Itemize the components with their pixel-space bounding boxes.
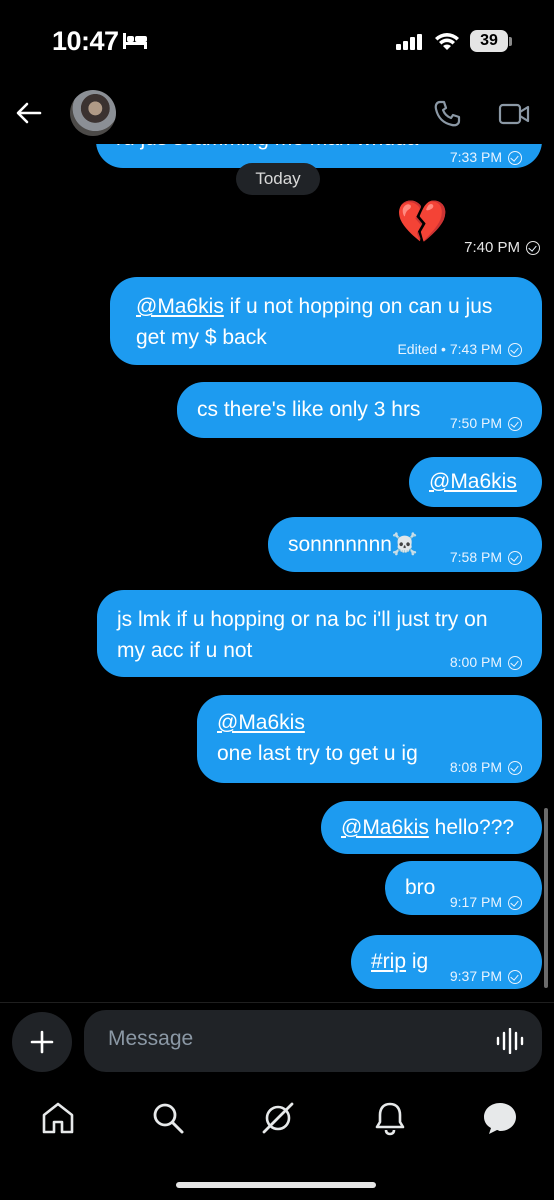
message-time: 8:08 PM: [449, 759, 502, 775]
video-call-icon[interactable]: [498, 102, 530, 126]
grok-icon[interactable]: [258, 1098, 298, 1138]
status-time: 10:47: [52, 26, 119, 56]
message-bubble[interactable]: @Ma6kis: [409, 457, 542, 507]
message-time: 8:00 PM: [449, 654, 502, 670]
message-meta: 8:08 PM: [450, 752, 522, 783]
delivered-check-icon: [508, 970, 522, 984]
voice-message-icon[interactable]: [496, 1028, 524, 1054]
delivered-check-icon: [508, 417, 522, 431]
message-text-line: @Ma6kis: [217, 707, 542, 738]
delivered-check-icon: [508, 151, 522, 165]
message-text: sonnnnnnn☠️: [288, 533, 419, 556]
message-bubble[interactable]: ru jus scamming me man whdda 7:33 PM: [96, 140, 542, 168]
edited-label: Edited: [397, 341, 438, 357]
home-icon[interactable]: [38, 1098, 78, 1138]
message-time: 7:43 PM: [449, 341, 502, 357]
delivered-check-icon: [508, 761, 522, 775]
message-time: 7:58 PM: [449, 549, 502, 565]
message-text-line: @Ma6kis if u not hopping on can u jus: [136, 291, 542, 322]
mention-link[interactable]: @Ma6kis: [429, 470, 517, 493]
battery-indicator: 39: [470, 30, 508, 52]
plus-icon: [30, 1030, 54, 1054]
message-text: hello???: [428, 816, 515, 839]
message-text: if u not hopping on can u jus: [223, 295, 493, 318]
delivered-check-icon: [508, 343, 522, 357]
delivered-check-icon: [508, 656, 522, 670]
search-icon[interactable]: [148, 1098, 188, 1138]
mention-link[interactable]: @Ma6kis: [341, 816, 429, 839]
delivered-check-icon: [508, 896, 522, 910]
status-bar: 10:47 39: [0, 0, 554, 84]
message-text-line: js lmk if u hopping or na bc i'll just t…: [117, 608, 488, 631]
message-input[interactable]: [106, 1026, 490, 1052]
message-time: 7:50 PM: [449, 415, 502, 431]
divider: [0, 1002, 554, 1003]
message-bubble[interactable]: js lmk if u hopping or na bc i'll just t…: [97, 590, 542, 677]
message-text: ig: [406, 950, 429, 973]
scrollbar-thumb[interactable]: [544, 808, 548, 988]
message-bubble[interactable]: @Ma6kis hello???: [321, 801, 542, 854]
message-meta: 7:33 PM: [450, 142, 522, 170]
contact-avatar[interactable]: [70, 90, 116, 136]
message-meta: Edited • 7:43 PM: [397, 334, 522, 365]
add-media-button[interactable]: [12, 1012, 72, 1072]
message-time: 7:33 PM: [449, 149, 502, 165]
wifi-icon: [435, 33, 459, 50]
cellular-signal-icon: [396, 34, 422, 50]
message-bubble[interactable]: bro 9:17 PM: [385, 861, 542, 915]
back-arrow-icon[interactable]: [14, 98, 44, 128]
message-bubble[interactable]: cs there's like only 3 hrs 7:50 PM: [177, 382, 542, 438]
message-bubble[interactable]: @Ma6kis if u not hopping on can u jus ge…: [110, 277, 542, 365]
delivered-check-icon: [508, 551, 522, 565]
message-bubble[interactable]: @Ma6kis one last try to get u ig 8:08 PM: [197, 695, 542, 783]
emoji-message-meta: 7:40 PM: [464, 239, 540, 256]
message-text: bro: [405, 876, 436, 899]
hashtag-link[interactable]: #rip: [371, 950, 406, 973]
battery-cap: [509, 37, 512, 46]
message-time: 7:40 PM: [464, 239, 520, 256]
message-meta: 9:17 PM: [450, 887, 522, 918]
phone-call-icon[interactable]: [432, 99, 462, 129]
notifications-icon[interactable]: [370, 1098, 410, 1138]
messages-icon[interactable]: [480, 1098, 520, 1138]
message-meta: 7:58 PM: [450, 542, 522, 573]
delivered-check-icon: [526, 241, 540, 255]
message-bubble[interactable]: #rip ig 9:37 PM: [351, 935, 542, 989]
home-indicator: [176, 1182, 376, 1188]
mention-link[interactable]: @Ma6kis: [136, 295, 224, 318]
message-meta: 9:37 PM: [450, 961, 522, 992]
sleep-focus-icon: [123, 33, 147, 49]
date-divider: Today: [236, 163, 320, 195]
message-text: cs there's like only 3 hrs: [197, 398, 421, 421]
mention-link[interactable]: @Ma6kis: [217, 711, 305, 734]
message-meta: 7:50 PM: [450, 408, 522, 439]
message-input-container: [84, 1010, 542, 1072]
message-bubble[interactable]: sonnnnnnn☠️ 7:58 PM: [268, 517, 542, 572]
message-time: 9:17 PM: [449, 894, 502, 910]
message-meta: 8:00 PM: [450, 647, 522, 678]
emoji-message[interactable]: 💔: [396, 198, 448, 246]
message-time: 9:37 PM: [449, 968, 502, 984]
